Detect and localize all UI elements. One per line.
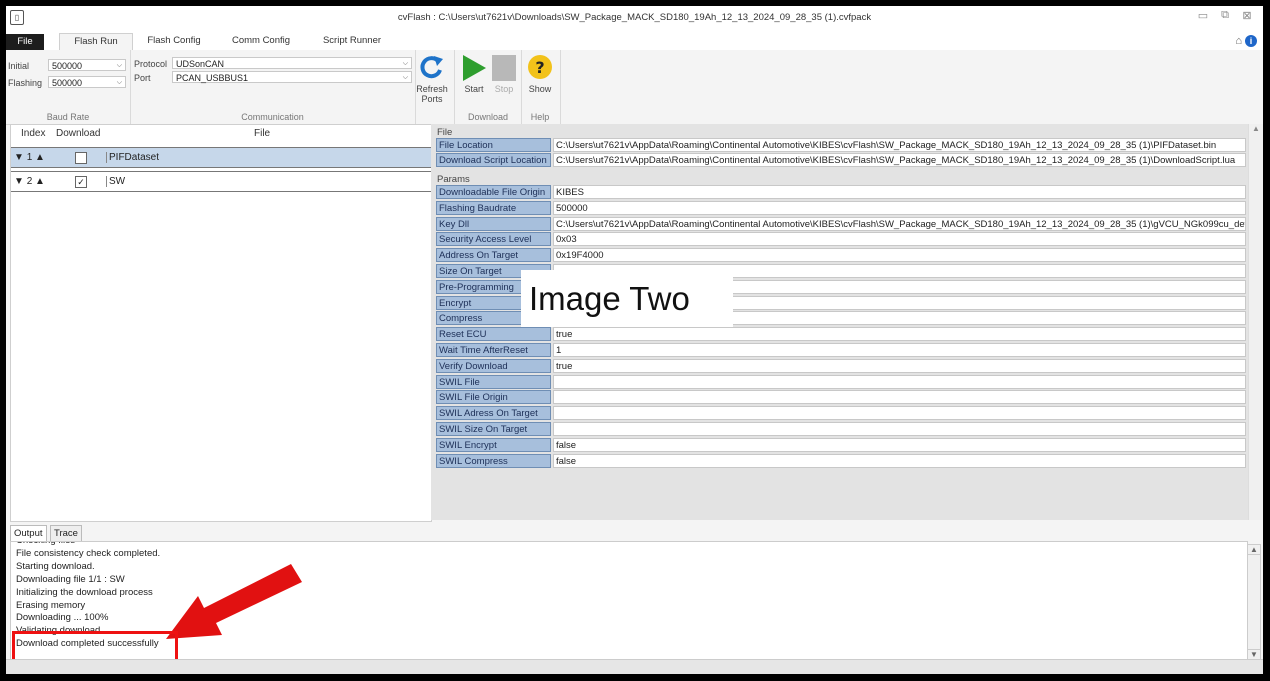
status-bar — [6, 659, 1263, 674]
cvflash-window: ▯ cvFlash : C:\Users\ut7621v\Downloads\S… — [6, 6, 1263, 674]
red-arrow-annotation — [166, 564, 302, 639]
